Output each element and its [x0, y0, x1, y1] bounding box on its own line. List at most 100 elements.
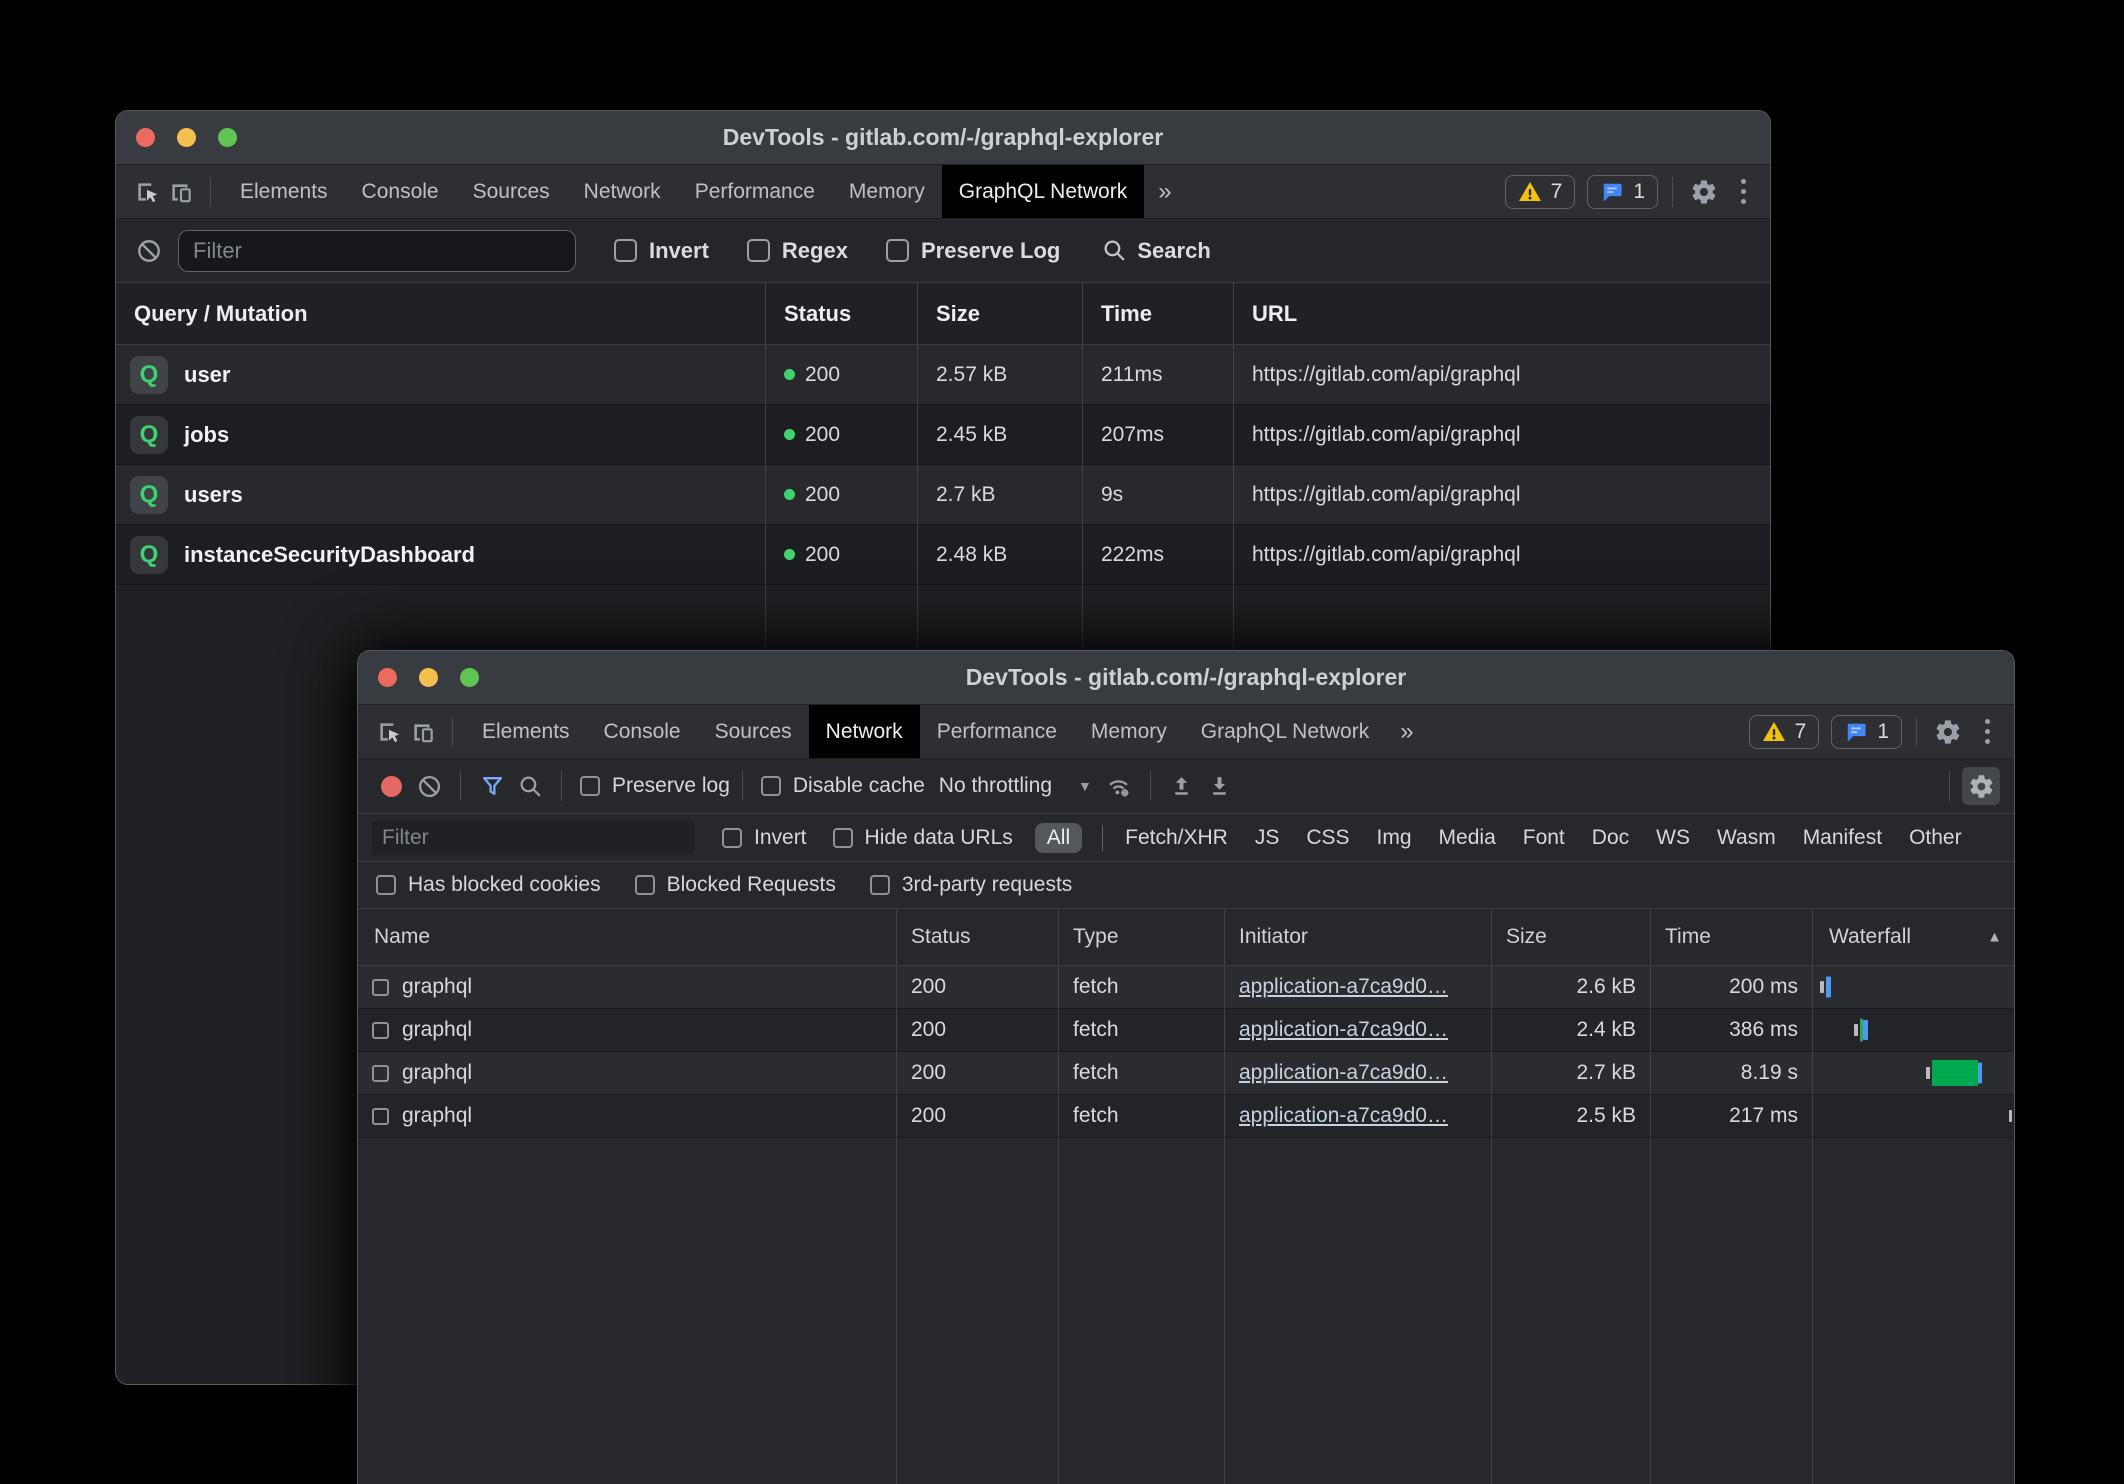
- row-checkbox[interactable]: [372, 979, 389, 996]
- type-filter-manifest[interactable]: Manifest: [1803, 826, 1882, 850]
- request-name-cell[interactable]: graphql: [358, 1009, 896, 1052]
- device-toolbar-icon[interactable]: [406, 715, 440, 749]
- initiator-link[interactable]: application-a7ca9d0…: [1239, 975, 1448, 999]
- request-name-cell[interactable]: graphql: [358, 1095, 896, 1138]
- column-header-type[interactable]: Type: [1058, 909, 1224, 966]
- column-header-waterfall[interactable]: Waterfall ▲: [1812, 909, 2014, 966]
- network-filter-input[interactable]: [372, 821, 694, 855]
- export-har-icon[interactable]: [1201, 767, 1239, 805]
- type-filter-wasm[interactable]: Wasm: [1717, 826, 1776, 850]
- query-name-cell[interactable]: Q jobs: [116, 405, 765, 465]
- tab-sources[interactable]: Sources: [698, 705, 809, 758]
- inspect-element-icon[interactable]: [130, 175, 164, 209]
- close-button[interactable]: [136, 128, 155, 147]
- network-conditions-icon[interactable]: [1100, 767, 1138, 805]
- row-checkbox[interactable]: [372, 1065, 389, 1082]
- tab-graphql-network[interactable]: GraphQL Network: [942, 165, 1144, 218]
- initiator-link[interactable]: application-a7ca9d0…: [1239, 1018, 1448, 1042]
- column-header-status[interactable]: Status: [896, 909, 1058, 966]
- type-filter-ws[interactable]: WS: [1656, 826, 1690, 850]
- type-filter-js[interactable]: JS: [1255, 826, 1280, 850]
- preserve-log-checkbox[interactable]: [580, 776, 600, 796]
- tab-elements[interactable]: Elements: [465, 705, 587, 758]
- column-header-size[interactable]: Size: [1491, 909, 1650, 966]
- tab-network[interactable]: Network: [567, 165, 678, 218]
- tab-performance[interactable]: Performance: [920, 705, 1074, 758]
- initiator-link[interactable]: application-a7ca9d0…: [1239, 1061, 1448, 1085]
- tab-sources[interactable]: Sources: [456, 165, 567, 218]
- import-har-icon[interactable]: [1163, 767, 1201, 805]
- blocked-requests-checkbox[interactable]: [635, 875, 655, 895]
- filter-funnel-icon[interactable]: [473, 767, 511, 805]
- titlebar[interactable]: DevTools - gitlab.com/-/graphql-explorer: [358, 651, 2014, 705]
- settings-gear-icon[interactable]: [1931, 715, 1965, 749]
- query-name-cell[interactable]: Q users: [116, 465, 765, 525]
- messages-badge[interactable]: 1: [1831, 715, 1902, 749]
- type-filter-other[interactable]: Other: [1909, 826, 1962, 850]
- type-filter-all[interactable]: All: [1035, 823, 1082, 853]
- query-name-cell[interactable]: Q instanceSecurityDashboard: [116, 525, 765, 585]
- tab-graphql-network[interactable]: GraphQL Network: [1184, 705, 1386, 758]
- disable-cache-checkbox[interactable]: [761, 776, 781, 796]
- type-filter-fetch-xhr[interactable]: Fetch/XHR: [1125, 826, 1228, 850]
- row-checkbox[interactable]: [372, 1022, 389, 1039]
- tab-memory[interactable]: Memory: [1074, 705, 1184, 758]
- messages-badge[interactable]: 1: [1587, 175, 1658, 209]
- third-party-requests-checkbox[interactable]: [870, 875, 890, 895]
- device-toolbar-icon[interactable]: [164, 175, 198, 209]
- divider: [210, 177, 211, 207]
- minimize-button[interactable]: [177, 128, 196, 147]
- column-header-url[interactable]: URL: [1233, 283, 1770, 345]
- tab-network[interactable]: Network: [809, 705, 920, 758]
- filter-input[interactable]: [178, 230, 576, 272]
- clear-network-log-icon[interactable]: [410, 767, 448, 805]
- request-name-cell[interactable]: graphql: [358, 966, 896, 1009]
- more-tabs-icon[interactable]: »: [1386, 705, 1427, 758]
- tab-elements[interactable]: Elements: [223, 165, 345, 218]
- issues-warning-badge[interactable]: 7: [1749, 715, 1820, 749]
- column-header-query-mutation[interactable]: Query / Mutation: [116, 283, 765, 345]
- settings-gear-icon[interactable]: [1687, 175, 1721, 209]
- initiator-link[interactable]: application-a7ca9d0…: [1239, 1104, 1448, 1128]
- search-icon[interactable]: [511, 767, 549, 805]
- issues-warning-badge[interactable]: 7: [1505, 175, 1576, 209]
- network-settings-gear-icon[interactable]: [1962, 767, 2000, 805]
- minimize-button[interactable]: [419, 668, 438, 687]
- query-name-cell[interactable]: Q user: [116, 345, 765, 405]
- type-filter-media[interactable]: Media: [1439, 826, 1496, 850]
- titlebar[interactable]: DevTools - gitlab.com/-/graphql-explorer: [116, 111, 1770, 165]
- tab-console[interactable]: Console: [587, 705, 698, 758]
- clear-icon[interactable]: [136, 238, 162, 264]
- column-header-status[interactable]: Status: [765, 283, 917, 345]
- more-options-kebab-icon[interactable]: [1733, 175, 1754, 208]
- record-network-log-button[interactable]: [372, 767, 410, 805]
- column-header-time[interactable]: Time: [1650, 909, 1812, 966]
- column-header-time[interactable]: Time: [1082, 283, 1233, 345]
- request-name-cell[interactable]: graphql: [358, 1052, 896, 1095]
- tab-console[interactable]: Console: [345, 165, 456, 218]
- column-header-name[interactable]: Name: [358, 909, 896, 966]
- more-tabs-icon[interactable]: »: [1144, 165, 1185, 218]
- zoom-button[interactable]: [460, 668, 479, 687]
- column-header-size[interactable]: Size: [917, 283, 1082, 345]
- column-header-initiator[interactable]: Initiator: [1224, 909, 1491, 966]
- type-filter-doc[interactable]: Doc: [1592, 826, 1629, 850]
- type-filter-img[interactable]: Img: [1377, 826, 1412, 850]
- invert-checkbox[interactable]: [722, 828, 742, 848]
- throttling-select[interactable]: No throttling ▼: [939, 774, 1092, 798]
- more-options-kebab-icon[interactable]: [1977, 715, 1998, 748]
- regex-checkbox[interactable]: [747, 239, 770, 262]
- tab-performance[interactable]: Performance: [678, 165, 832, 218]
- type-filter-font[interactable]: Font: [1523, 826, 1565, 850]
- search-group[interactable]: Search: [1102, 238, 1210, 264]
- zoom-button[interactable]: [218, 128, 237, 147]
- close-button[interactable]: [378, 668, 397, 687]
- inspect-element-icon[interactable]: [372, 715, 406, 749]
- has-blocked-cookies-checkbox[interactable]: [376, 875, 396, 895]
- invert-checkbox[interactable]: [614, 239, 637, 262]
- type-filter-css[interactable]: CSS: [1306, 826, 1349, 850]
- preserve-log-checkbox[interactable]: [886, 239, 909, 262]
- hide-data-urls-checkbox[interactable]: [833, 828, 853, 848]
- row-checkbox[interactable]: [372, 1108, 389, 1125]
- tab-memory[interactable]: Memory: [832, 165, 942, 218]
